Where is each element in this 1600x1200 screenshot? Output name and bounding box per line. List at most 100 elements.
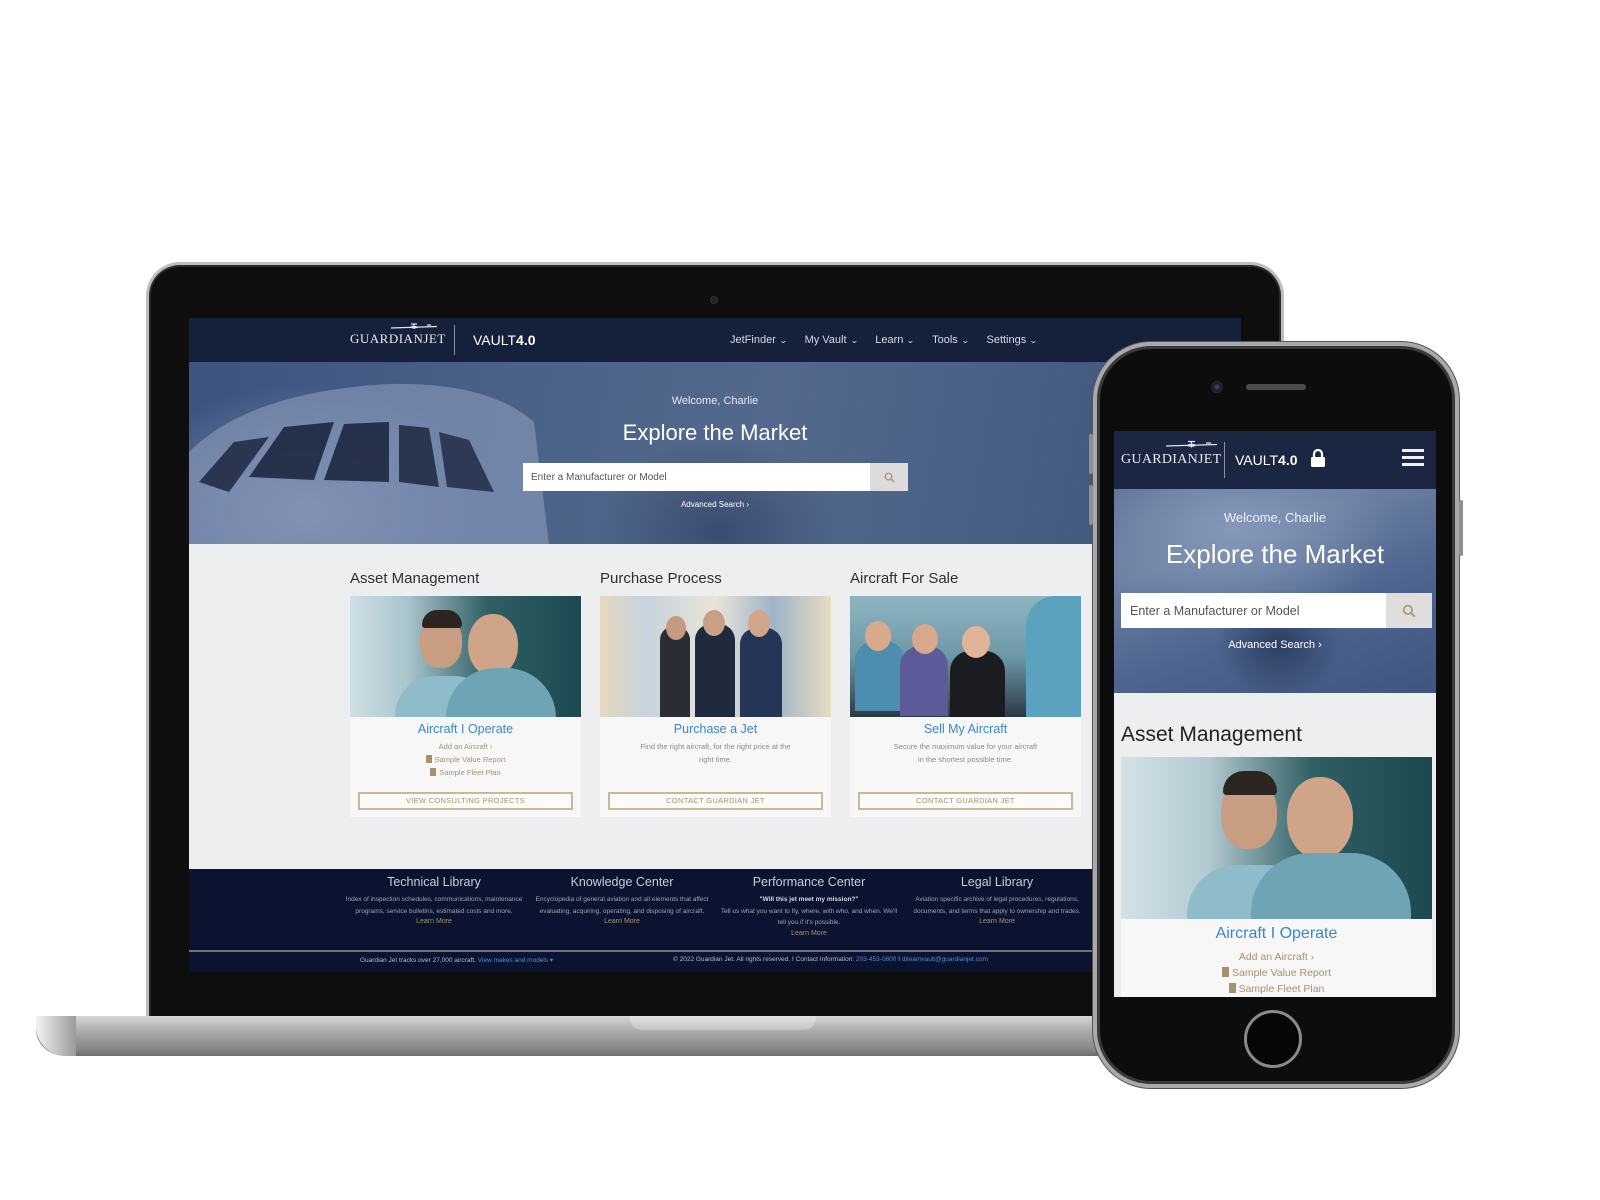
footer-knowledge-center: Knowledge Center Encyclopedia of general…: [532, 875, 712, 925]
footer-title[interactable]: Performance Center: [719, 875, 899, 889]
footer-title[interactable]: Technical Library: [344, 875, 524, 889]
sample-fleet-plan-link[interactable]: Sample Fleet Plan: [1121, 981, 1432, 997]
footer: Technical Library Index of inspection sc…: [189, 869, 1241, 972]
laptop-camera: [710, 296, 718, 304]
card-body: Aircraft I Operate Add an Aircraft › Sam…: [350, 596, 581, 817]
hamburger-menu-icon[interactable]: [1402, 449, 1424, 467]
sample-value-report-link[interactable]: Sample Value Report: [1121, 965, 1432, 981]
logo-divider: [454, 325, 455, 355]
advanced-search-link[interactable]: Advanced Search ›: [189, 500, 1241, 509]
logo-divider: [1224, 442, 1225, 478]
footer-performance-center: Performance Center "Will this jet meet m…: [719, 875, 899, 937]
card-subtitle[interactable]: Aircraft I Operate: [350, 722, 581, 736]
search-bar: [523, 463, 908, 491]
search-input[interactable]: [1121, 593, 1386, 628]
view-makes-models-link[interactable]: View makes and models ▾: [478, 957, 553, 964]
card-asset-management: Aircraft I Operate Add an Aircraft › Sam…: [1121, 757, 1432, 997]
phone-speaker: [1246, 384, 1306, 390]
section-heading: Asset Management: [1121, 723, 1302, 746]
phone-link[interactable]: 203-453-0800: [856, 956, 896, 963]
plane-logo-icon: [1165, 440, 1218, 448]
copyright-text: © 2022 Guardian Jet. All rights reserved…: [673, 956, 855, 963]
sample-value-report-link[interactable]: Sample Value Report: [350, 753, 581, 766]
card-subtitle[interactable]: Aircraft I Operate: [1121, 925, 1432, 943]
card-aircraft-for-sale: Aircraft For Sale Sell My Aircraft Secur…: [850, 570, 1081, 817]
nav-item-tools[interactable]: Tools ⌄: [932, 334, 970, 346]
nav-item-jetfinder[interactable]: JetFinder ⌄: [730, 334, 788, 346]
footer-description: Index of inspection schedules, communica…: [345, 896, 523, 915]
link-label: Add an Aircraft ›: [1238, 951, 1315, 963]
vault-name: VAULT: [473, 332, 517, 348]
search-button[interactable]: [870, 463, 908, 491]
footer-description: Aviation specific archive of legal proce…: [913, 896, 1081, 915]
vault-logo[interactable]: VAULT4.0: [473, 332, 536, 348]
card-heading: Asset Management: [350, 570, 480, 587]
phone-home-button[interactable]: [1244, 1010, 1302, 1068]
learn-more-link[interactable]: Learn More: [344, 918, 524, 925]
learn-more-link[interactable]: Learn More: [532, 918, 712, 925]
card-subtitle[interactable]: Sell My Aircraft: [850, 722, 1081, 736]
footer-legal-library: Legal Library Aviation specific archive …: [907, 875, 1087, 925]
vault-logo[interactable]: VAULT4.0: [1235, 452, 1298, 468]
link-label: Sample Value Report: [1231, 967, 1332, 979]
footer-title[interactable]: Knowledge Center: [532, 875, 712, 889]
card-body: Sell My Aircraft Secure the maximum valu…: [850, 596, 1081, 817]
footer-lead: "Will this jet meet my mission?": [759, 896, 859, 903]
learn-more-link[interactable]: Learn More: [907, 918, 1087, 925]
document-icon: [1221, 967, 1229, 977]
guardianjet-logo[interactable]: GuardianJet: [1121, 452, 1222, 468]
hero-title: Explore the Market: [1165, 539, 1385, 569]
guardianjet-logo[interactable]: GuardianJet: [350, 331, 446, 347]
add-aircraft-link[interactable]: Add an Aircraft ›: [1121, 949, 1432, 965]
search-button[interactable]: [1386, 593, 1432, 628]
laptop-notch: [630, 1016, 816, 1030]
nav-label: Learn: [875, 334, 904, 346]
vault-version: 4.0: [516, 332, 536, 348]
team-table-photo: [850, 596, 1081, 717]
nav-item-my-vault[interactable]: My Vault ⌄: [804, 334, 859, 346]
welcome-message: Welcome, Charlie: [671, 395, 759, 407]
plane-logo-icon: [390, 323, 438, 329]
laptop-base: [36, 1016, 1136, 1056]
hero-title: Explore the Market: [622, 420, 808, 445]
card-purchase-process: Purchase Process Purchase a Jet Find the…: [600, 570, 831, 817]
contact-guardian-jet-button[interactable]: CONTACT GUARDIAN JET: [608, 792, 823, 810]
phone-volume-up-button: [1089, 434, 1093, 474]
card-description: Find the right aircraft, for the right p…: [640, 742, 791, 764]
team-meeting-photo: [600, 596, 831, 717]
email-link[interactable]: diteamvault@guardianjet.com: [902, 956, 988, 963]
card-body: Purchase a Jet Find the right aircraft, …: [600, 596, 831, 817]
tracking-info: Guardian Jet tracks over 27,000 aircraft…: [360, 956, 553, 964]
card-subtitle[interactable]: Purchase a Jet: [600, 722, 831, 736]
advanced-search-link[interactable]: Advanced Search ›: [1114, 639, 1436, 651]
lock-icon: [1311, 449, 1325, 467]
add-aircraft-link[interactable]: Add an Aircraft ›: [350, 740, 581, 753]
card-asset-management: Asset Management Aircraft I Operate Add …: [350, 570, 581, 817]
top-navbar: GuardianJet VAULT4.0 JetFinder ⌄ My Vault…: [189, 318, 1241, 362]
vault-version: 4.0: [1278, 452, 1298, 468]
vault-name: VAULT: [1235, 452, 1279, 468]
learn-more-link[interactable]: Learn More: [719, 930, 899, 937]
view-consulting-projects-button[interactable]: VIEW CONSULTING PROJECTS: [358, 792, 573, 810]
aircraft-cockpit-image: [189, 383, 549, 544]
phone-volume-down-button: [1089, 485, 1093, 525]
sample-fleet-plan-link[interactable]: Sample Fleet Plan: [350, 766, 581, 779]
search-input[interactable]: [523, 463, 870, 491]
chevron-down-icon: ⌄: [960, 335, 970, 345]
chevron-down-icon: ⌄: [849, 335, 859, 345]
document-icon: [1228, 983, 1236, 993]
link-label: Add an Aircraft ›: [438, 742, 493, 751]
footer-title[interactable]: Legal Library: [907, 875, 1087, 889]
document-icon: [425, 755, 432, 763]
services-section: Asset Management Aircraft I Operate Add …: [189, 544, 1241, 869]
nav-label: My Vault: [804, 334, 847, 346]
nav-item-learn[interactable]: Learn ⌄: [875, 334, 915, 346]
link-label: Sample Fleet Plan: [1238, 983, 1325, 995]
footer-description: Encyclopedia of general aviation and all…: [535, 896, 709, 915]
nav-item-settings[interactable]: Settings ⌄: [986, 334, 1037, 346]
welcome-message: Welcome, Charlie: [1223, 510, 1327, 525]
tracking-text: Guardian Jet tracks over 27,000 aircraft…: [360, 957, 476, 964]
card-heading: Purchase Process: [600, 570, 722, 587]
footer-divider: [189, 950, 1241, 952]
contact-guardian-jet-button[interactable]: CONTACT GUARDIAN JET: [858, 792, 1073, 810]
